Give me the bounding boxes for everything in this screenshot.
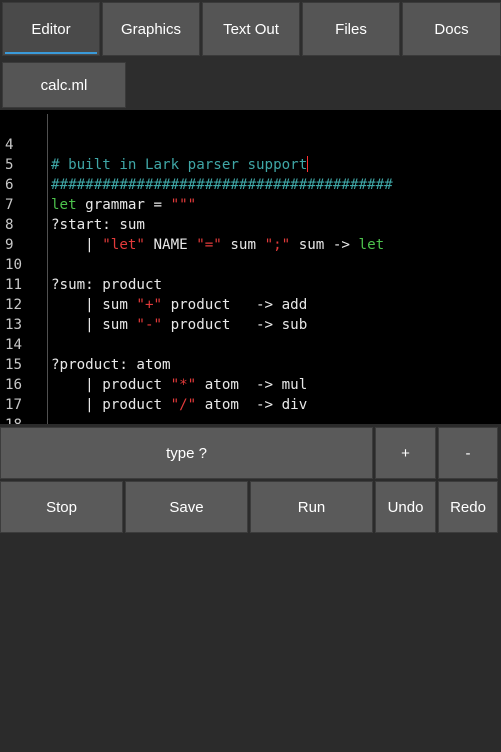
code-line-partial <box>0 415 501 424</box>
tab-docs[interactable]: Docs <box>402 2 501 56</box>
file-tab-label: calc.ml <box>40 76 88 94</box>
plus-label: + <box>401 444 410 462</box>
tab-files-label: Files <box>335 20 367 38</box>
stop-label: Stop <box>46 498 77 516</box>
save-button[interactable]: Save <box>125 481 248 533</box>
tab-editor[interactable]: Editor <box>2 2 100 56</box>
code-line: 15 | product "*" atom -> mul <box>0 335 501 393</box>
type-hint-button[interactable]: type ? <box>0 427 373 479</box>
code-line: 4 # built in Lark parser support <box>0 115 501 173</box>
redo-button[interactable]: Redo <box>438 481 498 533</box>
code-line: 14 ?product: atom <box>0 315 501 373</box>
undo-label: Undo <box>387 498 424 516</box>
code-line: 8 | "let" NAME "=" sum ";" sum -> let <box>0 195 501 253</box>
tab-text-out-label: Text Out <box>223 20 279 38</box>
code-line: 13 <box>0 295 501 333</box>
code-line: 18 ?atom: NUMBER -> num <box>0 395 501 424</box>
code-line: 6 let grammar = """ <box>0 155 501 213</box>
main-tab-bar: Editor Graphics Text Out Files Docs <box>0 0 501 58</box>
undo-button[interactable]: Undo <box>375 481 436 533</box>
code-line: 5 ######################################… <box>0 135 501 193</box>
code-line: 11 | sum "+" product -> add <box>0 255 501 313</box>
zoom-in-button[interactable]: + <box>375 427 436 479</box>
tab-docs-label: Docs <box>434 20 469 38</box>
minus-label: - <box>465 444 471 462</box>
stop-button[interactable]: Stop <box>0 481 123 533</box>
code-line: 10 ?sum: product <box>0 235 501 293</box>
save-label: Save <box>169 498 204 516</box>
code-editor[interactable]: 4 # built in Lark parser support 5 #####… <box>0 110 501 424</box>
tab-graphics-label: Graphics <box>120 20 182 38</box>
tab-graphics[interactable]: Graphics <box>102 2 200 56</box>
tab-text-out[interactable]: Text Out <box>202 2 300 56</box>
code-line: 16 | product "/" atom -> div <box>0 355 501 413</box>
code-line: 7 ?start: sum <box>0 175 501 233</box>
tab-files[interactable]: Files <box>302 2 400 56</box>
run-button[interactable]: Run <box>250 481 373 533</box>
code-line: 9 <box>0 215 501 253</box>
tab-active-indicator <box>5 52 97 54</box>
file-tab-bar: calc.ml <box>0 58 501 110</box>
code-line: 12 | sum "-" product -> sub <box>0 275 501 333</box>
redo-label: Redo <box>450 498 486 516</box>
code-line: 17 <box>0 375 501 413</box>
zoom-out-button[interactable]: - <box>438 427 498 479</box>
run-label: Run <box>297 498 326 516</box>
file-tab-calc-ml[interactable]: calc.ml <box>2 62 126 108</box>
type-hint-label: type ? <box>166 444 207 462</box>
tab-editor-label: Editor <box>31 20 71 38</box>
